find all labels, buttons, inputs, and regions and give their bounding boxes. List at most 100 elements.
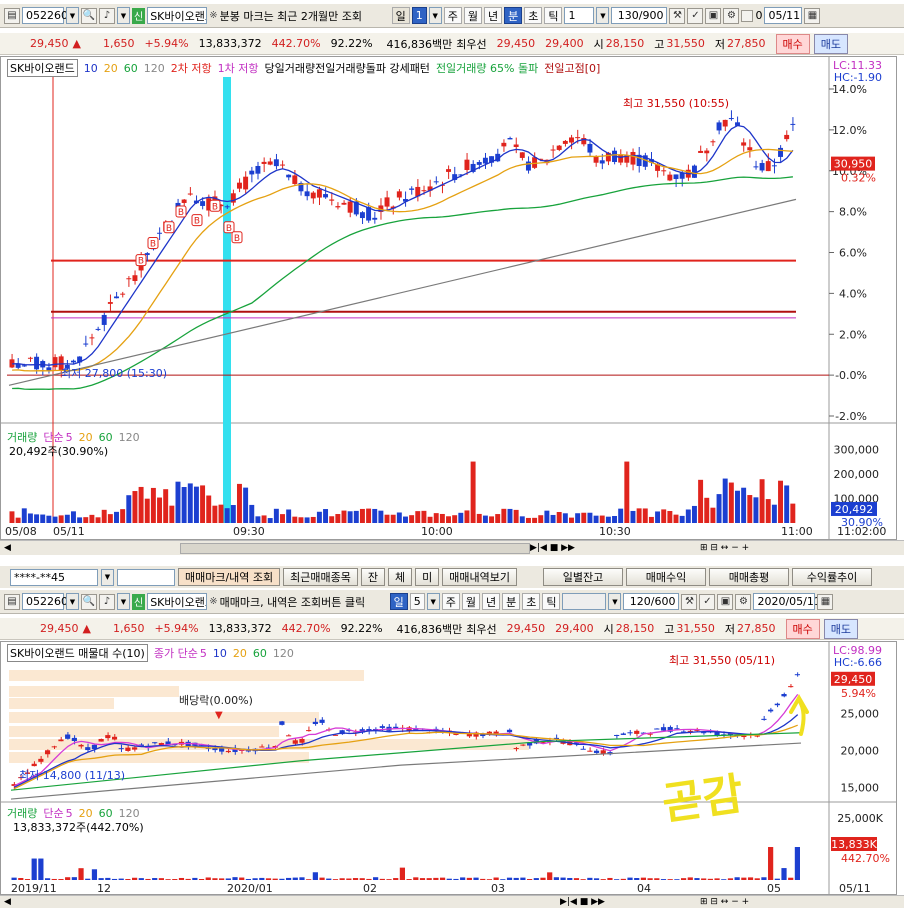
stock-code-input[interactable]: 052260 [22, 7, 68, 24]
filled-button[interactable]: 체 [388, 568, 413, 586]
day-interval-dropdown[interactable]: ▼ [426, 593, 440, 610]
volume-bar [540, 877, 546, 880]
sound-icon[interactable]: ♪ [99, 7, 115, 24]
account-dropdown[interactable]: ▼ [101, 568, 114, 586]
interval-dropdown[interactable]: ▼ [596, 7, 610, 24]
candle-body [114, 296, 119, 299]
sound-dropdown[interactable]: ▼ [117, 593, 130, 610]
indicator-icon[interactable]: ✓ [699, 593, 716, 610]
gear-icon[interactable]: ⚙ [723, 7, 740, 24]
balance-button[interactable]: 잔 [360, 568, 386, 586]
tab-second[interactable]: 초 [524, 7, 543, 24]
volume-bar [298, 517, 304, 523]
code-dropdown[interactable]: ▼ [66, 7, 79, 24]
buy-button[interactable]: 매수 [785, 618, 820, 639]
volume-bar [219, 878, 225, 880]
minute-scrollbar[interactable]: ◀ ▶|◀ ■ ▶▶ ⊞ ⊟ ↔ − + [0, 540, 904, 555]
checkbox[interactable] [741, 9, 754, 22]
legend-pattern: 당일거래량전일거래량돌파 강세패턴 [264, 62, 430, 75]
tools-icon[interactable]: ⚒ [681, 593, 698, 610]
scroll-thumb[interactable] [180, 542, 530, 554]
day-interval-dropdown[interactable]: ▼ [428, 7, 442, 24]
save-icon[interactable]: ▣ [705, 7, 722, 24]
account-input[interactable]: ****-**45 [10, 568, 98, 586]
y-tick-label: 15,000 [841, 781, 880, 794]
search-icon[interactable]: 🔍 [81, 7, 97, 24]
layout-icon[interactable]: ▤ [4, 593, 20, 610]
daily-scrollbar[interactable]: ◀ ▶|◀ ■ ▶▶ ⊞ ⊟ ↔ − + [0, 895, 904, 908]
daily-balance-button[interactable]: 일별잔고 [543, 568, 624, 586]
open-value: 28,150 [615, 622, 655, 635]
volume-bar [771, 504, 777, 523]
volume-bar [34, 514, 40, 523]
volume-bar [680, 878, 687, 880]
volume-bar [426, 878, 432, 880]
tab-week[interactable]: 주 [441, 593, 460, 610]
layout-icon[interactable]: ▤ [4, 7, 20, 24]
tab-tick[interactable]: 틱 [542, 593, 561, 610]
tab-month[interactable]: 월 [461, 593, 480, 610]
date-input[interactable]: 2020/05/11 [753, 593, 821, 610]
daily-chart[interactable]: 25,000 20,000 15,000 배당락(0.00%) ▼ 최고 31,550 (… [0, 641, 897, 895]
tab-day-interval[interactable]: 5 [409, 593, 425, 610]
count-input[interactable]: 130/900 [611, 7, 668, 24]
trade-review-button[interactable]: 매매총평 [709, 568, 790, 586]
return-trend-button[interactable]: 수익률추이 [792, 568, 873, 586]
volume-bar [553, 877, 559, 880]
password-input[interactable] [117, 568, 175, 586]
tab-minute[interactable]: 분 [504, 7, 523, 24]
play-controls-icon[interactable]: ▶|◀ ■ ▶▶ [530, 543, 575, 553]
candle-body [111, 736, 118, 740]
save-icon[interactable]: ▣ [717, 593, 734, 610]
tab-month[interactable]: 월 [463, 7, 482, 24]
volume-bar [741, 877, 747, 880]
zoom-controls-icon[interactable]: ⊞ ⊟ ↔ − + [700, 897, 749, 907]
minute-chart[interactable]: 14.0% 12.0% 10.0% 8.0% 6.0% 4.0% 2.0% -0.0% -2.0… [0, 56, 897, 540]
play-controls-icon[interactable]: ▶|◀ ■ ▶▶ [560, 897, 605, 907]
count-input[interactable]: 120/600 [623, 593, 680, 610]
candle-body [728, 118, 734, 120]
tab-second[interactable]: 초 [522, 593, 541, 610]
trade-profit-button[interactable]: 매매수익 [626, 568, 707, 586]
interval-input[interactable] [562, 593, 607, 610]
volume-bar [765, 499, 771, 523]
zoom-controls-icon[interactable]: ⊞ ⊟ ↔ − + [700, 543, 749, 553]
sell-button[interactable]: 매도 [813, 33, 849, 54]
indicator-icon[interactable]: ✓ [687, 7, 704, 24]
sound-dropdown[interactable]: ▼ [117, 7, 130, 24]
recent-trades-button[interactable]: 최근매매종목 [283, 568, 358, 586]
date-input[interactable]: 05/11 [764, 7, 803, 24]
tab-tick[interactable]: 틱 [544, 7, 563, 24]
scroll-left-icon[interactable]: ◀ [4, 897, 11, 907]
tab-minute[interactable]: 분 [502, 593, 521, 610]
calendar-icon[interactable]: ▦ [804, 7, 821, 24]
unfilled-button[interactable]: 미 [415, 568, 440, 586]
tab-day[interactable]: 일 [389, 593, 408, 610]
tab-year[interactable]: 년 [481, 593, 501, 610]
search-icon[interactable]: 🔍 [81, 593, 97, 610]
sound-icon[interactable]: ♪ [99, 593, 115, 610]
tab-day[interactable]: 일 [391, 7, 410, 24]
buy-button[interactable]: 매수 [775, 33, 810, 54]
sell-button[interactable]: 매도 [823, 618, 859, 639]
tools-icon[interactable]: ⚒ [669, 7, 686, 24]
scroll-left-icon[interactable]: ◀ [4, 543, 11, 553]
trade-history-button[interactable]: 매매내역보기 [442, 568, 518, 586]
candle-body [788, 686, 794, 688]
interval-dropdown[interactable]: ▼ [608, 593, 622, 610]
calendar-icon[interactable]: ▦ [817, 593, 834, 610]
candle-body [359, 212, 365, 219]
stock-code-input[interactable]: 052260 [22, 593, 68, 610]
trade-mark-query-button[interactable]: 매매마크/내역 조회 [178, 568, 281, 586]
candle-body [627, 732, 633, 734]
interval-input[interactable]: 1 [564, 7, 595, 24]
tab-week[interactable]: 주 [443, 7, 462, 24]
tab-year[interactable]: 년 [483, 7, 503, 24]
x-axis-label: 10:30 [599, 525, 631, 538]
gear-icon[interactable]: ⚙ [735, 593, 752, 610]
volume-bar [372, 508, 378, 523]
volume-bar [721, 879, 727, 880]
code-dropdown[interactable]: ▼ [66, 593, 79, 610]
volume-bar [46, 515, 52, 523]
tab-day-interval[interactable]: 1 [411, 7, 427, 24]
